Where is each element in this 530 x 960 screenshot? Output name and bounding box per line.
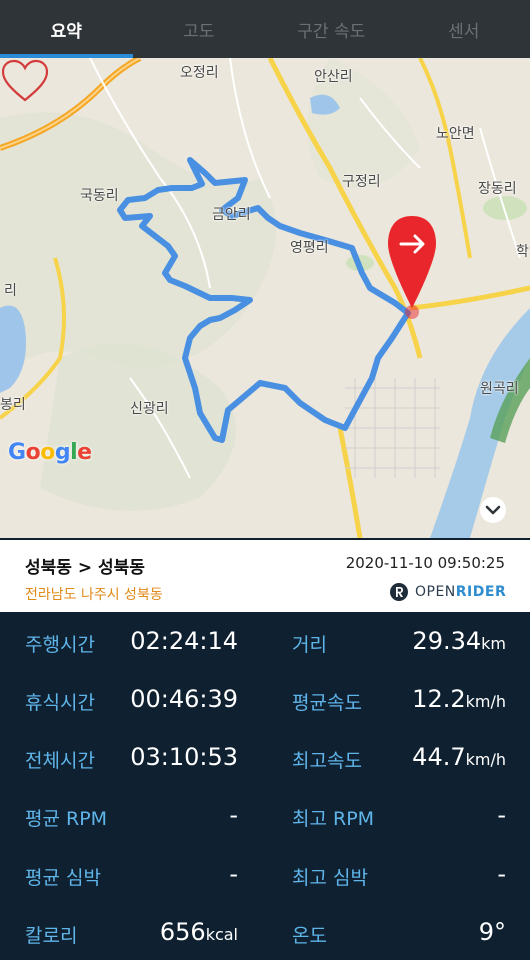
- route-address: 전라남도 나주시 성북동: [25, 587, 163, 603]
- avg-speed-unit: km/h: [465, 692, 506, 711]
- openrider-logo: OPENRIDER: [389, 582, 506, 602]
- map-label-geuman: 금안리: [212, 207, 251, 223]
- route-datetime: 2020-11-10 09:50:25: [345, 554, 505, 572]
- max-speed-unit: km/h: [465, 750, 506, 769]
- riding-time-value: 02:24:14: [130, 627, 238, 655]
- map-label-gujeong: 구정리: [342, 174, 381, 190]
- calories-value: 656kcal: [160, 918, 238, 946]
- distance-label: 거리: [292, 634, 327, 656]
- riding-time-label: 주행시간: [25, 634, 95, 656]
- map-label-jangdong: 장동리: [478, 181, 517, 197]
- tab-summary[interactable]: 요약: [0, 0, 133, 58]
- tab-elevation-label: 고도: [183, 21, 215, 42]
- route-name: 성북동 > 성북동: [25, 558, 145, 578]
- calories-unit: kcal: [205, 925, 238, 944]
- map-label-gukdong: 국동리: [80, 188, 119, 204]
- map-label-yeongpyeong: 영평리: [290, 240, 329, 256]
- distance-number: 29.34: [412, 627, 482, 655]
- max-speed-value: 44.7km/h: [412, 743, 506, 771]
- temperature-label: 온도: [292, 925, 327, 947]
- brand-prefix: OPEN: [415, 584, 456, 600]
- stats-panel: 주행시간 02:24:14 거리 29.34km 휴식시간 00:46:39 평…: [0, 612, 530, 960]
- tab-sensor-label: 센서: [448, 21, 480, 42]
- avg-rpm-value: -: [229, 801, 238, 829]
- rest-time-value: 00:46:39: [130, 685, 238, 713]
- avg-heart-rate-label: 평균 심박: [25, 867, 101, 889]
- expand-button[interactable]: [480, 497, 506, 523]
- google-logo: Google: [8, 440, 92, 465]
- map-label-wongok: 원곡리: [480, 381, 519, 397]
- rest-time-label: 휴식시간: [25, 692, 95, 714]
- brand-suffix: RIDER: [455, 584, 507, 600]
- map-label-hak: 학: [516, 244, 529, 260]
- max-speed-number: 44.7: [412, 743, 466, 771]
- temperature-value: 9°: [478, 918, 506, 946]
- avg-heart-rate-value: -: [229, 860, 238, 888]
- avg-speed-label: 평균속도: [292, 692, 362, 714]
- map-label-bong: 봉리: [0, 397, 26, 413]
- tab-bar: 요약 고도 구간 속도 센서: [0, 0, 530, 58]
- tab-segment-speed[interactable]: 구간 속도: [265, 0, 398, 58]
- tab-summary-label: 요약: [50, 21, 82, 42]
- avg-speed-value: 12.2km/h: [412, 685, 506, 713]
- max-rpm-label: 최고 RPM: [292, 808, 375, 830]
- openrider-logo-icon: [390, 583, 408, 601]
- calories-label: 칼로리: [25, 925, 78, 947]
- tab-elevation[interactable]: 고도: [133, 0, 266, 58]
- max-speed-label: 최고속도: [292, 750, 362, 772]
- tab-sensor[interactable]: 센서: [398, 0, 530, 58]
- distance-unit: km: [481, 634, 506, 653]
- map-label-ri: 리: [4, 283, 17, 299]
- total-time-label: 전체시간: [25, 750, 95, 772]
- calories-number: 656: [159, 918, 206, 946]
- map-label-ojeong: 오정리: [180, 65, 219, 81]
- chevron-down-icon: [485, 505, 501, 515]
- route-map[interactable]: 오정리 안산리 노안면 장동리 국동리 구정리 금안리 영평리 신광리 원곡리 …: [0, 58, 530, 538]
- distance-value: 29.34km: [412, 627, 506, 655]
- map-label-ansan: 안산리: [314, 69, 353, 85]
- map-label-noan: 노안면: [436, 126, 475, 142]
- total-time-value: 03:10:53: [130, 743, 238, 771]
- max-heart-rate-value: -: [497, 860, 506, 888]
- max-heart-rate-label: 최고 심박: [292, 867, 368, 889]
- favorite-heart-icon[interactable]: [0, 58, 50, 104]
- avg-rpm-label: 평균 RPM: [25, 808, 108, 830]
- map-label-singwang: 신광리: [130, 401, 169, 417]
- tab-segment-speed-label: 구간 속도: [297, 21, 366, 42]
- max-rpm-value: -: [497, 801, 506, 829]
- avg-speed-number: 12.2: [412, 685, 466, 713]
